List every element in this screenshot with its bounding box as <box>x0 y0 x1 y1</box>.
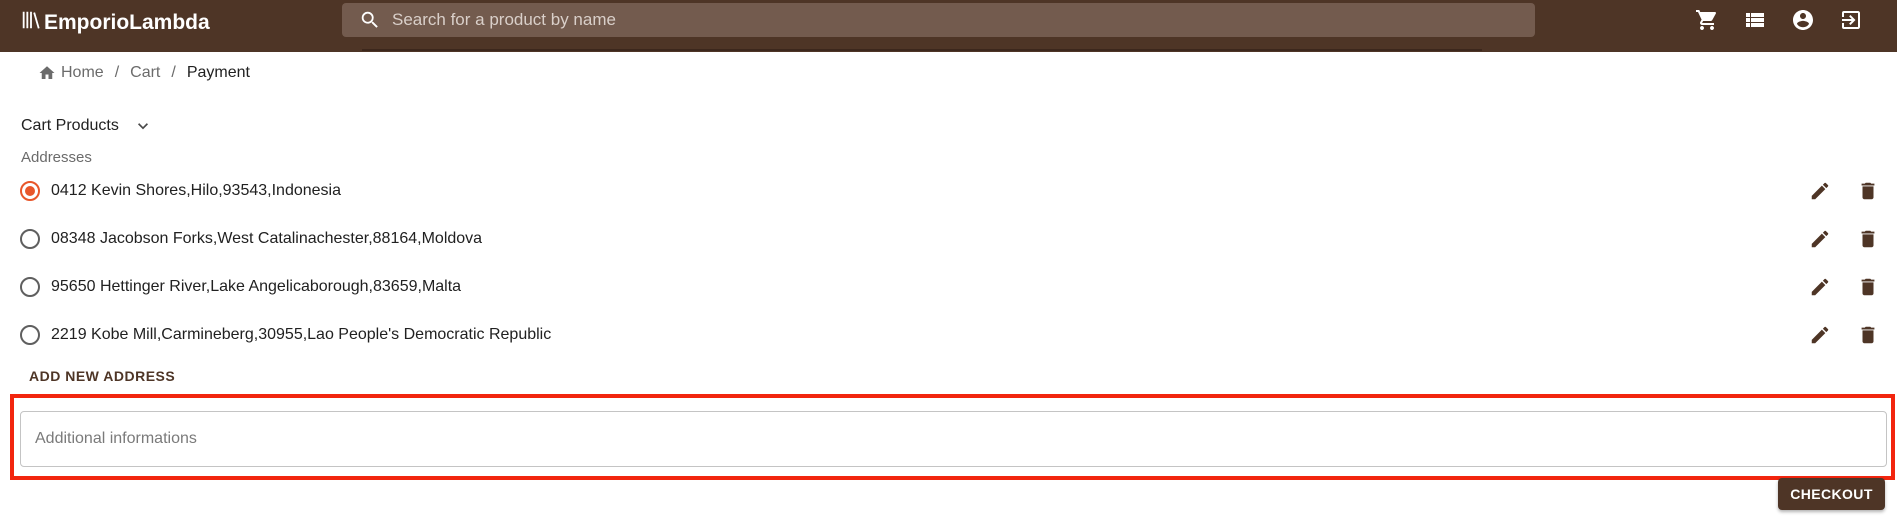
home-icon <box>38 64 56 82</box>
delete-icon[interactable] <box>1856 275 1880 299</box>
address-text: 08348 Jacobson Forks,West Catalinacheste… <box>51 230 483 247</box>
address-row: 0412 Kevin Shores,Hilo,93543,Indonesia <box>20 175 1880 207</box>
cart-products-label: Cart Products <box>21 117 119 134</box>
account-circle-icon[interactable] <box>1789 6 1817 34</box>
edit-icon[interactable] <box>1808 323 1832 347</box>
additional-info-input[interactable] <box>21 412 1886 466</box>
app-bar: EmporioLambda <box>0 0 1897 52</box>
address-radio[interactable] <box>20 181 40 201</box>
delete-icon[interactable] <box>1856 227 1880 251</box>
delete-icon[interactable] <box>1856 323 1880 347</box>
add-new-address-button[interactable]: ADD NEW ADDRESS <box>29 368 175 384</box>
additional-info-field <box>20 411 1887 467</box>
address-text: 95650 Hettinger River,Lake Angelicaborou… <box>51 278 462 295</box>
checkout-button[interactable]: CHECKOUT <box>1778 478 1885 510</box>
brand-name: EmporioLambda <box>44 11 210 34</box>
address-text: 0412 Kevin Shores,Hilo,93543,Indonesia <box>51 182 341 199</box>
search-bar <box>342 3 1535 37</box>
app-bar-divider <box>362 49 1482 51</box>
edit-icon[interactable] <box>1808 275 1832 299</box>
logout-icon[interactable] <box>1837 6 1865 34</box>
address-text: 2219 Kobe Mill,Carmineberg,30955,Lao Peo… <box>51 326 552 343</box>
breadcrumb: Home / Cart / Payment <box>38 64 250 82</box>
address-actions <box>1808 275 1880 299</box>
address-row: 95650 Hettinger River,Lake Angelicaborou… <box>20 271 1880 303</box>
edit-icon[interactable] <box>1808 227 1832 251</box>
address-radio[interactable] <box>20 325 40 345</box>
breadcrumb-separator: / <box>114 64 120 81</box>
breadcrumb-home-label: Home <box>61 64 104 81</box>
breadcrumb-cart[interactable]: Cart <box>130 64 160 82</box>
address-actions <box>1808 227 1880 251</box>
search-icon <box>358 8 382 32</box>
address-row: 2219 Kobe Mill,Carmineberg,30955,Lao Peo… <box>20 319 1880 351</box>
list-icon[interactable] <box>1741 6 1769 34</box>
delete-icon[interactable] <box>1856 179 1880 203</box>
cart-products-toggle[interactable]: Cart Products <box>21 116 153 136</box>
address-row: 08348 Jacobson Forks,West Catalinacheste… <box>20 223 1880 255</box>
address-radio[interactable] <box>20 277 40 297</box>
library-books-icon <box>20 9 44 37</box>
edit-icon[interactable] <box>1808 179 1832 203</box>
address-actions <box>1808 179 1880 203</box>
breadcrumb-current: Payment <box>186 64 250 81</box>
breadcrumb-home[interactable]: Home <box>38 64 104 82</box>
address-radio[interactable] <box>20 229 40 249</box>
addresses-label: Addresses <box>21 149 92 166</box>
address-actions <box>1808 323 1880 347</box>
chevron-down-icon <box>133 116 153 136</box>
breadcrumb-separator: / <box>171 64 176 81</box>
cart-icon[interactable] <box>1693 6 1721 34</box>
brand[interactable]: EmporioLambda <box>20 9 210 37</box>
search-input[interactable] <box>392 3 1535 37</box>
